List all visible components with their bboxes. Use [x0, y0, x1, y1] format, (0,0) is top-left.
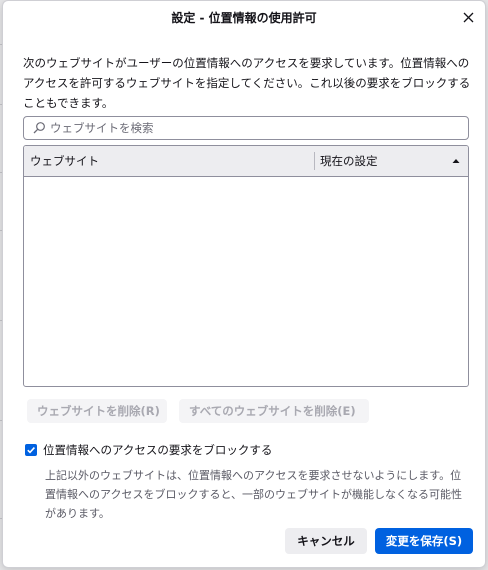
column-header-status[interactable]: 現在の設定: [320, 146, 440, 176]
block-requests-label[interactable]: 位置情報へのアクセスの要求をブロックする: [43, 442, 272, 459]
save-changes-button[interactable]: 変更を保存(S): [375, 528, 473, 554]
checkmark-icon: [27, 447, 35, 454]
search-icon: [33, 122, 45, 134]
search-input[interactable]: [50, 118, 460, 138]
website-table: ウェブサイト 現在の設定: [23, 145, 469, 387]
cancel-button[interactable]: キャンセル: [285, 528, 367, 554]
close-icon: [463, 12, 473, 22]
remove-website-button[interactable]: ウェブサイトを削除(R): [27, 399, 167, 423]
column-header-website[interactable]: ウェブサイト: [30, 146, 310, 176]
table-header: ウェブサイト 現在の設定: [24, 146, 468, 177]
permissions-dialog: 設定 - 位置情報の使用許可 次のウェブサイトがユーザーの位置情報へのアクセスを…: [2, 0, 486, 568]
column-divider[interactable]: [314, 152, 315, 170]
dialog-description: 次のウェブサイトがユーザーの位置情報へのアクセスを要求しています。位置情報へのア…: [23, 56, 471, 110]
sort-ascending-icon: [452, 159, 460, 163]
search-box[interactable]: [23, 116, 469, 140]
dialog-title: 設定 - 位置情報の使用許可: [171, 11, 317, 25]
close-button[interactable]: [459, 8, 477, 26]
table-body[interactable]: [24, 177, 468, 386]
dialog-titlebar: 設定 - 位置情報の使用許可: [3, 1, 485, 33]
block-requests-checkbox[interactable]: [25, 444, 37, 456]
remove-all-websites-button[interactable]: すべてのウェブサイトを削除(E): [179, 399, 369, 423]
block-requests-description: 上記以外のウェブサイトは、位置情報へのアクセスを要求させないようにします。位置情…: [45, 469, 463, 520]
